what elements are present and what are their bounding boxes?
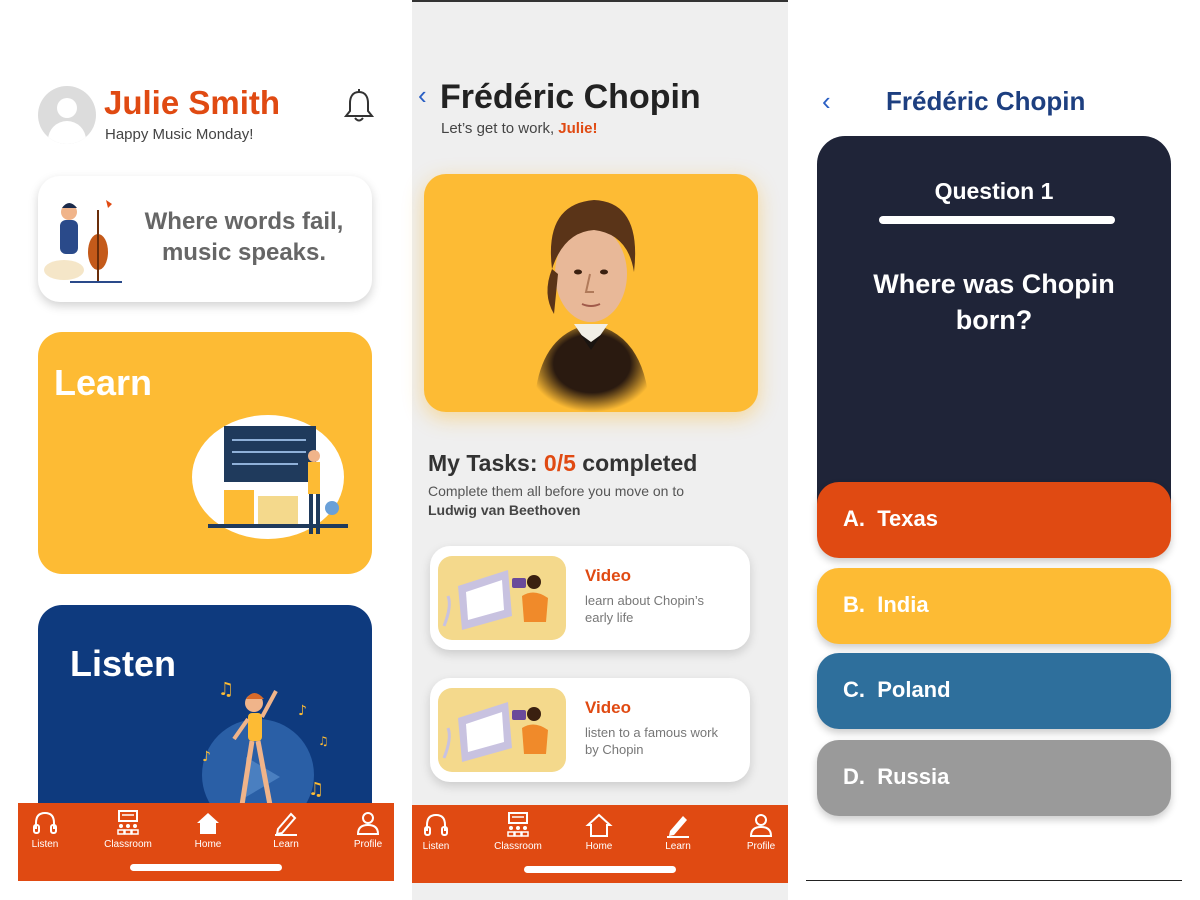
bell-icon[interactable]	[342, 88, 376, 124]
tab-bar: Listen Classroom Home Learn Profile	[18, 803, 394, 881]
pencil-icon	[667, 816, 689, 838]
tab-label: Listen	[31, 839, 59, 850]
answer-label: A. Texas	[843, 506, 938, 531]
tab-bar: Listen Classroom Home Learn Profile	[412, 805, 788, 883]
tasks-desc-text: Complete them all before you move on to	[428, 483, 685, 499]
svg-text:♫: ♫	[308, 779, 324, 800]
greeting-text: Happy Music Monday!	[105, 126, 254, 143]
task-card[interactable]: Video listen to a famous work by Chopin	[430, 678, 750, 782]
profile-icon	[356, 812, 380, 835]
headphones-icon	[424, 813, 448, 836]
tab-classroom[interactable]: Classroom	[90, 803, 166, 863]
learn-card-title: Learn	[54, 362, 153, 403]
learn-card[interactable]: Learn	[38, 332, 372, 574]
question-progress-bar	[879, 216, 1115, 224]
home-indicator	[524, 866, 676, 873]
tab-label: Home	[585, 841, 613, 852]
video-illustration	[442, 570, 548, 630]
task-thumbnail	[438, 688, 566, 772]
headphones-icon	[33, 811, 57, 834]
task-card[interactable]: Video learn about Chopin’s early life	[430, 546, 750, 650]
tasks-description: Complete them all before you move on to …	[428, 482, 768, 520]
answer-option-d[interactable]: D. Russia	[817, 740, 1171, 816]
home-screen: Julie Smith Happy Music Monday! Where wo…	[18, 0, 394, 900]
composer-screen: ‹ Frédéric Chopin Let’s get to work, Jul…	[412, 0, 788, 900]
tab-home[interactable]: Home	[170, 803, 246, 863]
video-illustration	[442, 702, 548, 762]
tasks-suffix: completed	[575, 450, 698, 476]
quote-line-1: Where words fail,	[144, 208, 344, 235]
quote-line-2: music speaks.	[161, 239, 327, 266]
quiz-title: Frédéric Chopin	[886, 86, 1086, 116]
task-description: listen to a famous work by Chopin	[585, 725, 718, 757]
tab-listen[interactable]: Listen	[398, 805, 474, 865]
task-type: Video	[585, 566, 631, 585]
back-button[interactable]: ‹	[822, 86, 831, 117]
answer-option-b[interactable]: B. India	[817, 568, 1171, 644]
profile-icon	[749, 814, 773, 837]
tab-label: Learn	[273, 839, 299, 850]
tab-label: Profile	[746, 841, 776, 852]
tab-learn[interactable]: Learn	[248, 803, 324, 863]
home-icon	[197, 813, 219, 834]
answer-label: C. Poland	[843, 677, 951, 702]
task-type: Video	[585, 698, 631, 717]
quiz-screen: ‹ Frédéric Chopin Question 1 Where was C…	[806, 0, 1182, 900]
tasks-heading: My Tasks: 0/5 completed	[428, 450, 697, 477]
question-text: Where was Chopin born?	[873, 269, 1115, 335]
tab-label: Classroom	[104, 839, 152, 850]
back-button[interactable]: ‹	[418, 80, 427, 111]
quote-text: Where words fail, music speaks.	[130, 206, 358, 268]
classroom-icon	[117, 810, 139, 835]
avatar[interactable]	[38, 86, 96, 144]
cellist-illustration	[44, 200, 122, 283]
tab-label: Learn	[665, 841, 691, 852]
teacher-illustration	[192, 415, 348, 539]
subtitle-prefix: Let’s get to work,	[441, 120, 559, 137]
answer-label: D. Russia	[843, 764, 950, 789]
task-thumbnail	[438, 556, 566, 640]
task-description: learn about Chopin’s early life	[585, 593, 705, 625]
pencil-icon	[275, 812, 297, 836]
divider	[806, 880, 1182, 881]
listen-card-title: Listen	[70, 643, 177, 684]
listen-card[interactable]: Listen ♫ ♪ ♫ ♪ ♫	[38, 605, 372, 825]
answer-option-c[interactable]: C. Poland	[817, 653, 1171, 729]
tab-label: Home	[194, 839, 222, 850]
quote-card: Where words fail, music speaks.	[38, 176, 372, 302]
avatar-head	[57, 98, 77, 118]
avatar-body	[48, 121, 86, 144]
tab-profile[interactable]: Profile	[330, 803, 406, 863]
question-number: Question 1	[934, 178, 1054, 204]
home-icon	[585, 813, 613, 837]
tasks-prefix: My Tasks:	[428, 450, 544, 476]
tab-home[interactable]: Home	[561, 805, 637, 865]
svg-text:♪: ♪	[202, 749, 211, 765]
tab-label: Listen	[422, 841, 450, 852]
answer-label: B. India	[843, 592, 929, 617]
tab-label: Classroom	[494, 841, 542, 852]
dancer-illustration: ♫ ♪ ♫ ♪ ♫	[202, 679, 329, 825]
svg-text:♪: ♪	[298, 703, 307, 719]
subtitle-name: Julie!	[558, 120, 598, 137]
tasks-count: 0/5	[543, 450, 576, 476]
answer-option-a[interactable]: A. Texas	[817, 482, 1171, 558]
composer-subtitle: Let’s get to work, Julie!	[441, 120, 597, 137]
tab-classroom[interactable]: Classroom	[480, 805, 556, 865]
home-indicator	[130, 864, 282, 871]
tab-label: Profile	[353, 839, 383, 850]
classroom-icon	[507, 812, 529, 837]
tab-learn[interactable]: Learn	[640, 805, 716, 865]
tab-listen[interactable]: Listen	[7, 803, 83, 863]
user-name: Julie Smith	[104, 84, 281, 121]
composer-portrait	[534, 200, 650, 412]
composer-portrait-card	[424, 174, 758, 412]
svg-text:♫: ♫	[218, 679, 234, 700]
composer-title: Frédéric Chopin	[440, 78, 701, 116]
tab-profile[interactable]: Profile	[723, 805, 799, 865]
next-composer: Ludwig van Beethoven	[428, 502, 581, 518]
question-panel: Question 1 Where was Chopin born?	[817, 136, 1171, 536]
svg-text:♫: ♫	[318, 734, 329, 748]
